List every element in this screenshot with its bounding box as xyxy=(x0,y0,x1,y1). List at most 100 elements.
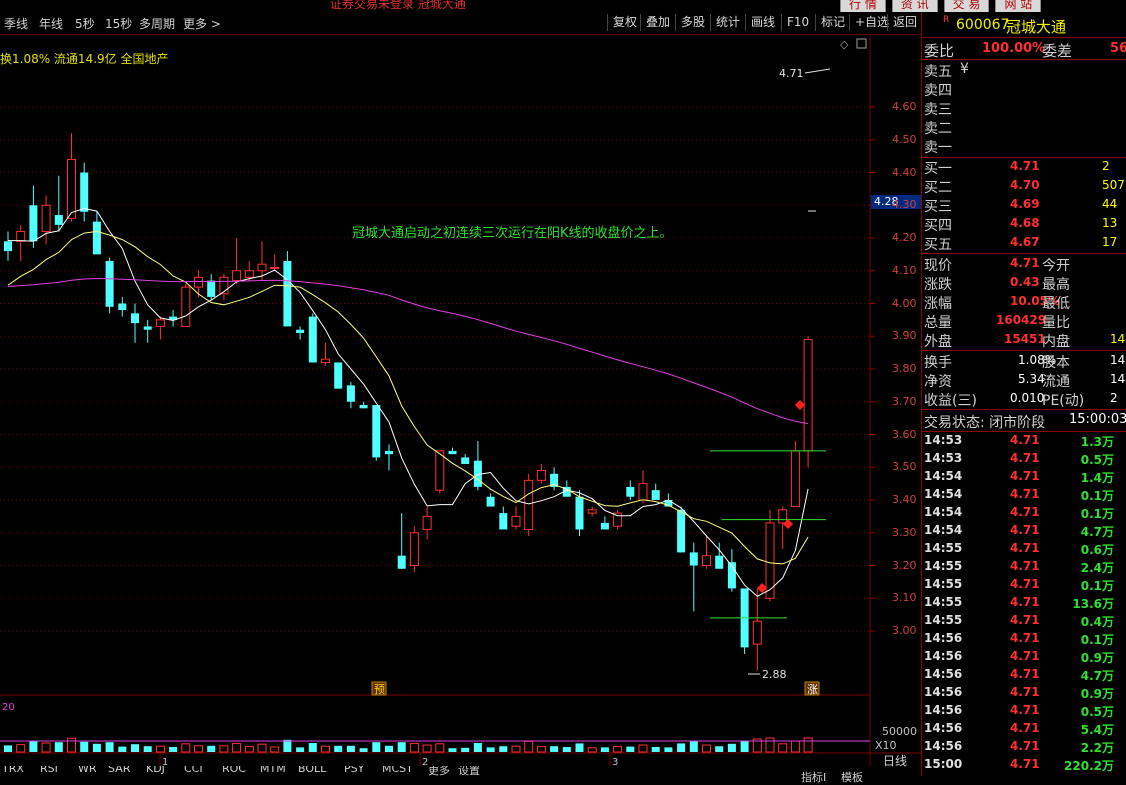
tick-row: 14:54 4.71 1.4万 xyxy=(924,469,1126,487)
overlay-button[interactable]: 叠加 xyxy=(640,14,675,31)
weibi-row: 委比 100.00% 委差 56 xyxy=(924,40,1126,60)
period-quarter[interactable]: 季线 xyxy=(4,15,28,32)
divider xyxy=(921,431,1126,432)
indicator-tab-9[interactable]: PSY xyxy=(344,766,364,775)
indicator-tab-10[interactable]: MCST xyxy=(382,766,413,775)
chart-toolbar: 季线 年线 5秒 15秒 多周期 更多 > 复权 叠加 多股 统计 画线 F10… xyxy=(0,12,921,35)
candle-body-down xyxy=(143,326,152,330)
indicator-tab-12[interactable]: 设置 xyxy=(458,766,480,776)
daily-line-label[interactable]: 日线 xyxy=(883,752,907,769)
indicator-tab-2[interactable]: WR xyxy=(78,766,97,775)
volume-bar-up xyxy=(270,746,280,753)
candle-body-down xyxy=(397,555,406,569)
tab-trade[interactable]: 交 易 xyxy=(943,0,990,12)
tick-row: 14:56 4.71 0.9万 xyxy=(924,685,1126,703)
tick-time: 14:56 xyxy=(924,631,963,645)
mark-button[interactable]: 标记 xyxy=(815,14,850,31)
volume-bar-down xyxy=(143,746,152,752)
candle-body-up xyxy=(41,204,51,232)
indicator-tab-1[interactable]: RSI xyxy=(40,766,58,775)
buy-level-price: 4.70 xyxy=(1010,178,1040,192)
buy-row: 买三 4.69 44 xyxy=(924,196,1126,215)
sell-row: 卖二 xyxy=(924,118,1126,137)
indicator-tab-4[interactable]: KDJ xyxy=(146,766,165,775)
volume-bar-up xyxy=(613,746,623,753)
tick-price: 4.71 xyxy=(1010,703,1040,717)
tick-time: 14:54 xyxy=(924,523,963,537)
tick-price: 4.71 xyxy=(1010,559,1040,573)
tab-web[interactable]: 网 站 xyxy=(995,0,1042,12)
tick-time: 14:56 xyxy=(924,721,963,735)
buy-level-price: 4.67 xyxy=(1010,235,1040,249)
indicator-tab-6[interactable]: ROC xyxy=(222,766,246,775)
f10-button[interactable]: F10 xyxy=(781,14,814,31)
template-button[interactable]: 模板 xyxy=(841,769,863,785)
indicator-tab-11[interactable]: 更多 xyxy=(428,766,450,776)
period-5s[interactable]: 5秒 xyxy=(75,15,95,32)
indicator-tab-3[interactable]: SAR xyxy=(108,766,130,775)
tab-news[interactable]: 资 讯 xyxy=(891,0,938,12)
kline-chart[interactable]: 4.71 2.88 预 涨 ◇ 20 50000X10 1 2 3 xyxy=(0,35,921,766)
candle-body-down xyxy=(283,260,292,327)
multi-stock-button[interactable]: 多股 xyxy=(675,14,710,31)
tick-price: 4.71 xyxy=(1010,487,1040,501)
volume-bar-down xyxy=(296,747,305,752)
tick-row: 14:55 4.71 0.6万 xyxy=(924,541,1126,559)
restore-rights-button[interactable]: 复权 xyxy=(607,14,642,31)
volume-bar-down xyxy=(715,746,724,752)
stat-label: 总量 xyxy=(924,315,952,331)
tick-volume: 1.4万 xyxy=(1080,471,1114,485)
tick-volume: 4.7万 xyxy=(1080,669,1114,683)
candle-body-up xyxy=(536,470,546,481)
trade-status-label: 交易状态: 闭市阶段 xyxy=(924,415,1046,431)
candle-body-up xyxy=(181,286,191,327)
pre-marker-label: 预 xyxy=(374,683,385,696)
period-multi[interactable]: 多周期 xyxy=(139,15,175,32)
tick-row: 14:56 4.71 4.7万 xyxy=(924,667,1126,685)
high-marker-label: 4.71 xyxy=(779,67,804,80)
candle-body-down xyxy=(80,172,89,212)
stat-label-2: 内盘 xyxy=(1042,334,1070,350)
stat-row: 换手 1.08% 股本 14 xyxy=(924,352,1126,371)
candle-body-up xyxy=(257,263,267,272)
volume-bar-down xyxy=(461,747,470,752)
indicator-button[interactable]: 指标Ⅰ xyxy=(801,769,826,785)
volume-bar-up xyxy=(638,744,648,753)
indicator-tab-7[interactable]: MTM xyxy=(260,766,286,775)
sell-row: 卖四 xyxy=(924,80,1126,99)
price-tick-label: 4.20 xyxy=(892,231,917,244)
period-year[interactable]: 年线 xyxy=(39,15,63,32)
stat-label-2: 量比 xyxy=(1042,315,1070,331)
stock-name: 冠城大通 xyxy=(1006,18,1067,36)
back-button[interactable]: 返回 xyxy=(887,14,922,31)
candle-body-down xyxy=(575,496,584,530)
stat-label: 净资 xyxy=(924,374,952,390)
volume-multiplier-label: X10 xyxy=(875,739,897,752)
volume-bar-down xyxy=(575,743,584,752)
indicator-tab-8[interactable]: BOLL xyxy=(298,766,326,775)
stat-row: 外盘 15451 内盘 14 xyxy=(924,331,1126,350)
candle-body-down xyxy=(54,215,63,225)
tab-quotes[interactable]: 行 情 xyxy=(840,0,886,12)
divider xyxy=(921,350,1126,351)
volume-bar-down xyxy=(283,739,292,752)
draw-line-button[interactable]: 画线 xyxy=(745,14,780,31)
statistics-button[interactable]: 统计 xyxy=(710,14,745,31)
stat-value: 15451 xyxy=(1004,332,1046,346)
stat-label: 收益(三) xyxy=(924,393,977,409)
indicator-tab-5[interactable]: CCI xyxy=(184,766,203,775)
period-15s[interactable]: 15秒 xyxy=(105,15,132,32)
period-more[interactable]: 更多 > xyxy=(183,15,221,32)
price-tick-label: 4.00 xyxy=(892,296,917,310)
candle-body-up xyxy=(587,509,597,514)
volume-bar-up xyxy=(803,737,813,753)
indicator-tab-0[interactable]: TRX xyxy=(2,766,24,775)
volume-bar-down xyxy=(385,745,393,752)
stat-value-2: 14 xyxy=(1110,353,1126,367)
buy-level-label: 买五 xyxy=(924,237,952,253)
volume-bar-up xyxy=(435,743,445,753)
candle-body-down xyxy=(600,522,609,530)
candle-body-down xyxy=(677,509,686,553)
tick-price: 4.71 xyxy=(1010,451,1040,465)
weibi-value: 100.00% xyxy=(982,41,1046,56)
